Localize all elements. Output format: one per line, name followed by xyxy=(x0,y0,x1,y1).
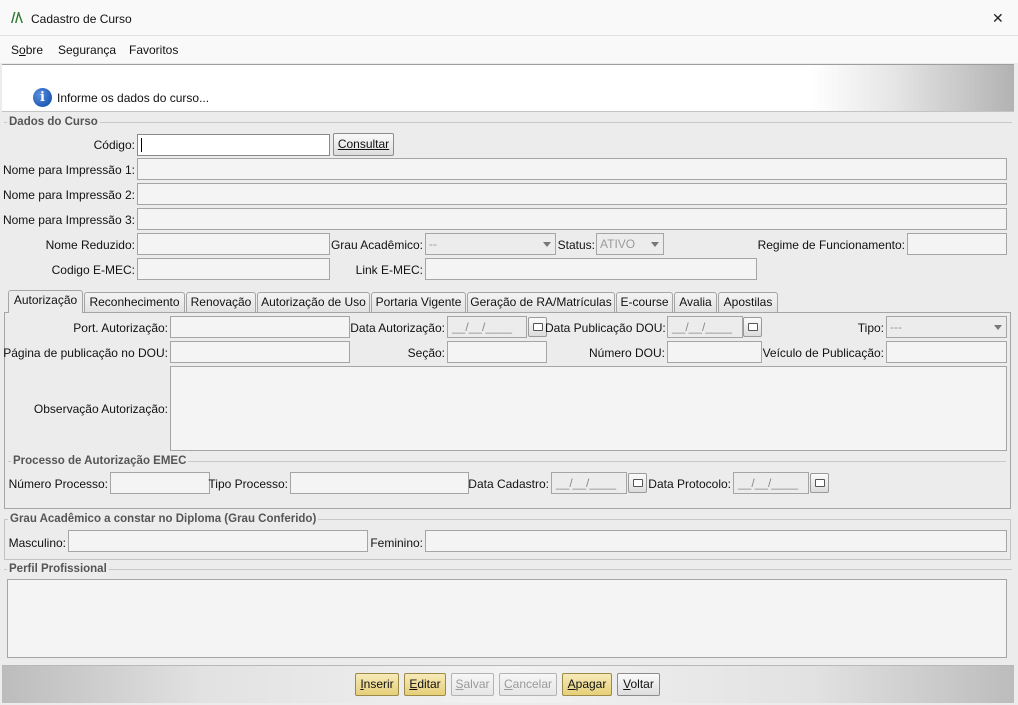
menu-bar: Sobre Segurança Favoritos xyxy=(0,36,1018,63)
group-line-dados xyxy=(4,122,1012,123)
title-bar: Cadastro de Curso ✕ xyxy=(0,0,1018,36)
group-title-grau-conferido: Grau Acadêmico a constar no Diploma (Gra… xyxy=(8,513,319,526)
status-select[interactable]: ATIVO xyxy=(596,233,664,255)
feminino-input[interactable] xyxy=(425,530,1007,552)
tab-apostilas[interactable]: Apostilas xyxy=(718,292,778,312)
cancelar-button[interactable]: Cancelar xyxy=(499,673,557,696)
app-logo-icon xyxy=(11,12,23,23)
apagar-button[interactable]: Apagar xyxy=(562,673,612,696)
nome3-label: Nome para Impressão 3: xyxy=(2,213,135,227)
codigo-label: Código: xyxy=(93,138,135,152)
link-emec-input[interactable] xyxy=(425,258,757,280)
cancelar-mnemonic: C xyxy=(503,677,513,691)
codigo-input[interactable] xyxy=(137,134,330,156)
close-icon[interactable]: ✕ xyxy=(992,11,1004,25)
info-icon: i xyxy=(33,88,52,107)
perfil-profissional-textarea[interactable] xyxy=(7,579,1007,658)
inserir-label: nserir xyxy=(363,677,394,691)
editar-button[interactable]: Editar xyxy=(404,673,446,696)
chevron-down-icon xyxy=(651,242,659,247)
tab-renovacao[interactable]: Renovação xyxy=(186,292,256,312)
nome2-input[interactable] xyxy=(137,183,1007,205)
codigo-emec-label: Codigo E-MEC: xyxy=(51,263,135,277)
apagar-label: pagar xyxy=(575,677,607,691)
grau-academico-label: Grau Acadêmico: xyxy=(330,238,423,252)
nome-reduzido-input[interactable] xyxy=(137,233,330,255)
masculino-input[interactable] xyxy=(68,530,368,552)
grau-academico-select[interactable]: -- xyxy=(425,233,556,255)
menu-sobre-mnemonic: o xyxy=(19,43,26,57)
menu-sobre-first: S xyxy=(11,43,20,57)
regime-label: Regime de Funcionamento: xyxy=(757,238,905,252)
nome-reduzido-label: Nome Reduzido: xyxy=(45,238,135,252)
salvar-button[interactable]: Salvar xyxy=(451,673,494,696)
text-caret xyxy=(141,138,142,152)
info-banner: i Informe os dados do curso... xyxy=(2,64,1014,112)
status-label: Status: xyxy=(557,238,595,252)
tab-e-course[interactable]: E-course xyxy=(616,292,673,312)
voltar-label: oltar xyxy=(630,677,654,691)
menu-favoritos[interactable]: Favoritos xyxy=(129,43,178,57)
group-line-perfil xyxy=(4,569,1012,570)
apagar-mnemonic: A xyxy=(567,677,576,691)
cancelar-label: ancelar xyxy=(512,677,553,691)
voltar-mnemonic: V xyxy=(623,677,631,691)
consultar-label: Consultar xyxy=(337,137,390,151)
tab-portaria-vigente[interactable]: Portaria Vigente xyxy=(371,292,466,312)
tab-autorizacao-de-uso[interactable]: Autorização de Uso xyxy=(257,292,370,312)
group-title-dados: Dados do Curso xyxy=(7,116,100,129)
consultar-button[interactable]: Consultar xyxy=(333,133,394,156)
grau-academico-value: -- xyxy=(429,237,437,251)
group-title-perfil: Perfil Profissional xyxy=(7,563,109,576)
salvar-mnemonic: S xyxy=(455,677,464,691)
tab-avalia[interactable]: Avalia xyxy=(674,292,717,312)
status-value: ATIVO xyxy=(600,237,636,251)
codigo-emec-input[interactable] xyxy=(137,258,330,280)
nome1-label: Nome para Impressão 1: xyxy=(2,163,135,177)
menu-seguranca[interactable]: Segurança xyxy=(58,43,116,57)
nome3-input[interactable] xyxy=(137,208,1007,230)
menu-sobre[interactable]: Sobre xyxy=(11,43,43,57)
tab-geracao-ra-matriculas[interactable]: Geração de RA/Matrículas xyxy=(467,292,615,312)
nome2-label: Nome para Impressão 2: xyxy=(2,188,135,202)
voltar-button[interactable]: Voltar xyxy=(617,673,660,696)
masculino-label: Masculino: xyxy=(8,536,66,550)
inserir-button[interactable]: Inserir xyxy=(355,673,399,696)
menu-sobre-rest: bre xyxy=(25,43,44,57)
link-emec-label: Link E-MEC: xyxy=(355,263,423,277)
window-title: Cadastro de Curso xyxy=(31,12,132,26)
editar-label: ditar xyxy=(417,677,441,691)
info-text: Informe os dados do curso... xyxy=(57,91,210,105)
tab-panel-autorizacao xyxy=(4,312,1011,509)
nome1-input[interactable] xyxy=(137,158,1007,180)
tab-reconhecimento[interactable]: Reconhecimento xyxy=(84,292,185,312)
tab-autorizacao[interactable]: Autorização xyxy=(8,290,83,313)
regime-input[interactable] xyxy=(907,233,1007,255)
salvar-label: alvar xyxy=(463,677,490,691)
feminino-label: Feminino: xyxy=(370,536,423,550)
